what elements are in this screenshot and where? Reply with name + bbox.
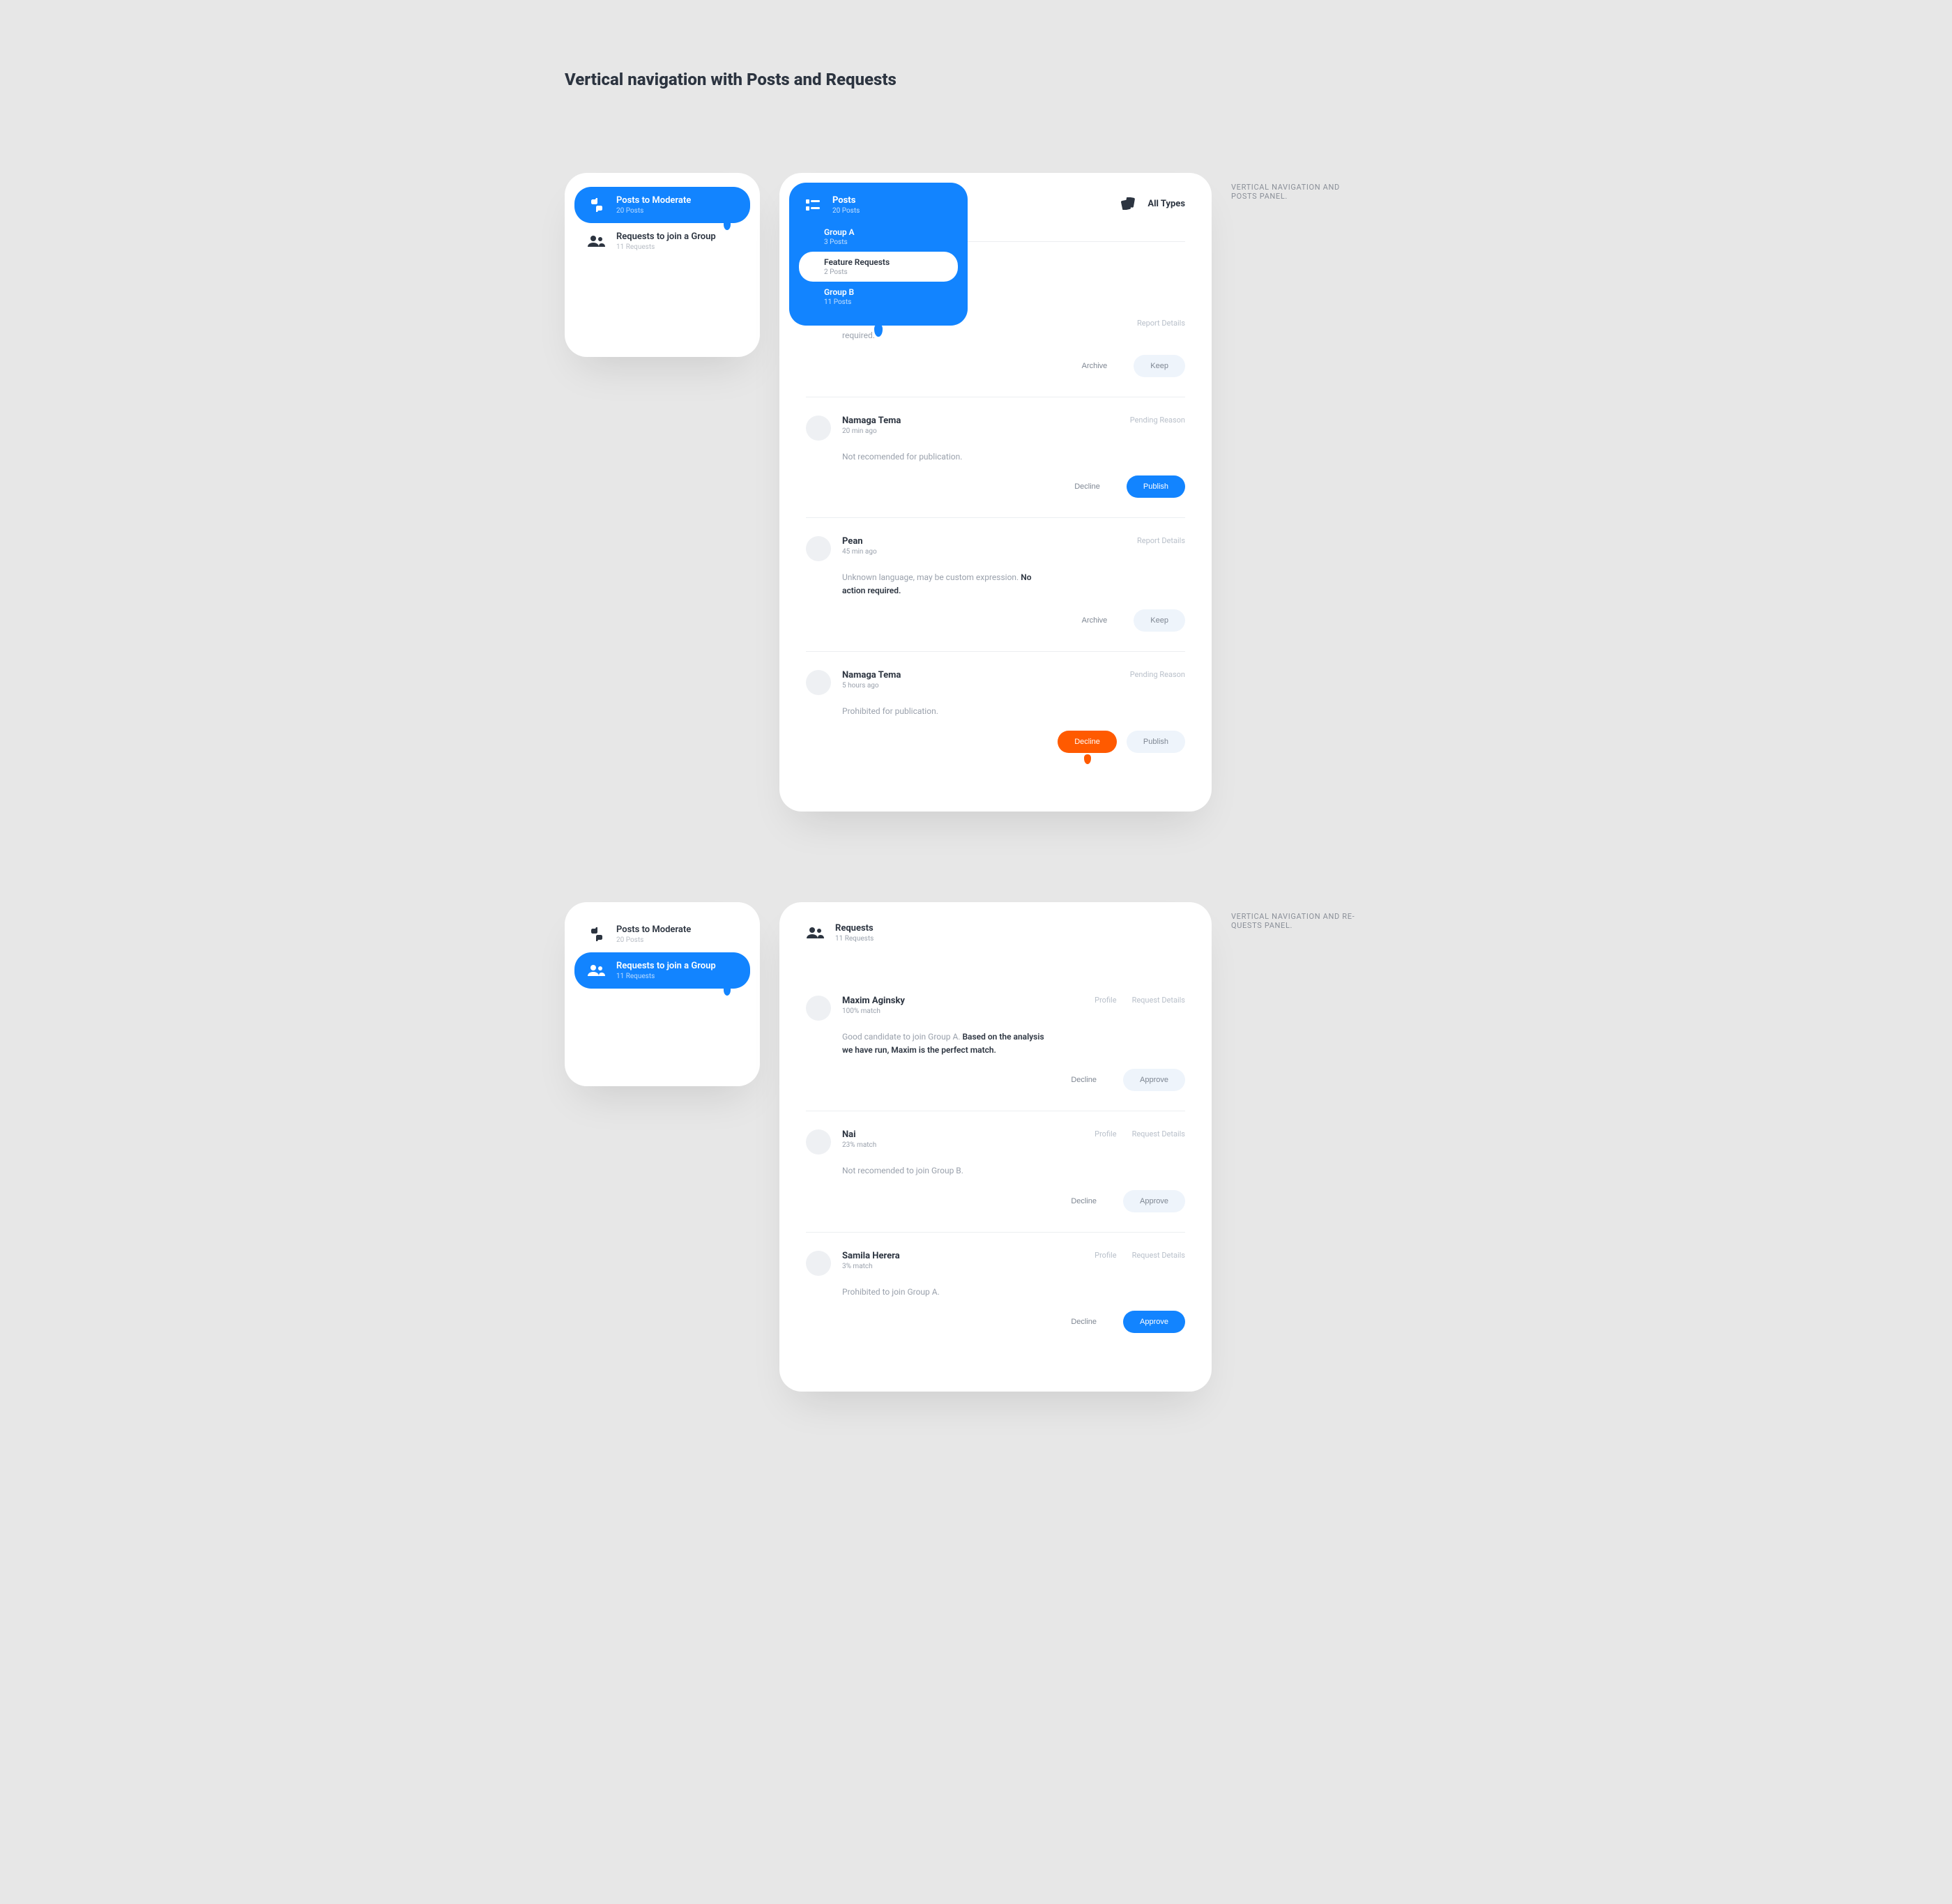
post-time: 5 hours ago: [842, 682, 901, 690]
decline-button[interactable]: Decline: [1054, 1311, 1113, 1333]
list-icon: [803, 195, 823, 215]
dropdown-item-group-b[interactable]: Group B 11 Posts: [799, 282, 958, 312]
keep-button[interactable]: Keep: [1134, 355, 1185, 377]
approve-button[interactable]: Approve: [1123, 1190, 1185, 1212]
nav-item-sub: 20 Posts: [616, 936, 691, 944]
post-time: 45 min ago: [842, 548, 877, 556]
post-desc: Prohibited for publication.: [842, 705, 1051, 718]
page-title: Vertical navigation with Posts and Reque…: [565, 70, 1387, 89]
report-details-link[interactable]: Report Details: [1137, 319, 1185, 328]
panel-sub: 11 Requests: [835, 935, 874, 943]
approve-button[interactable]: Approve: [1123, 1069, 1185, 1091]
decline-button[interactable]: Decline: [1058, 475, 1117, 498]
decline-button[interactable]: Decline: [1054, 1069, 1113, 1091]
filter-label: All Types: [1147, 199, 1185, 209]
author-name: Pean: [842, 536, 877, 547]
people-icon: [587, 961, 607, 980]
dropdown-item-sub: 3 Posts: [824, 238, 948, 246]
dropdown-item-label: Group B: [824, 287, 948, 297]
request-desc: Prohibited to join Group A.: [842, 1286, 1051, 1299]
avatar: [806, 1129, 831, 1155]
profile-link[interactable]: Profile: [1095, 1129, 1116, 1138]
post-row: Pean 45 min ago Report Details Unknown l…: [806, 517, 1185, 651]
pending-reason-link[interactable]: Pending Reason: [1130, 416, 1185, 425]
decline-button[interactable]: Decline: [1058, 731, 1117, 753]
sidebar-requests: Posts to Moderate 20 Posts Requests to j…: [565, 902, 760, 1086]
avatar: [806, 1251, 831, 1276]
keep-button[interactable]: Keep: [1134, 609, 1185, 632]
dropdown-item-feature-requests[interactable]: Feature Requests 2 Posts: [799, 252, 958, 282]
request-row: Samila Herera 3% match Profile Request D…: [806, 1232, 1185, 1353]
avatar: [806, 416, 831, 441]
requests-header[interactable]: Requests 11 Requests: [806, 916, 1185, 950]
requester-name: Nai: [842, 1129, 876, 1140]
nav-item-sub: 11 Requests: [616, 243, 716, 251]
match-percent: 100% match: [842, 1007, 905, 1015]
dropdown-head-label: Posts: [832, 195, 860, 206]
profile-link[interactable]: Profile: [1095, 996, 1116, 1005]
active-indicator-drip: [724, 986, 731, 996]
filter-all-types[interactable]: All Types: [1118, 187, 1185, 220]
request-details-link[interactable]: Request Details: [1132, 1129, 1185, 1138]
nav-requests-to-join[interactable]: Requests to join a Group 11 Requests: [574, 223, 750, 259]
author-name: Namaga Tema: [842, 670, 901, 680]
match-percent: 23% match: [842, 1141, 876, 1149]
dropdown-item-group-a[interactable]: Group A 3 Posts: [799, 222, 958, 252]
avatar: [806, 996, 831, 1021]
archive-button[interactable]: Archive: [1065, 609, 1124, 632]
post-time: 20 min ago: [842, 427, 901, 435]
thumbs-icon: [587, 924, 607, 944]
nav-item-sub: 11 Requests: [616, 973, 716, 980]
pending-reason-link[interactable]: Pending Reason: [1130, 670, 1185, 679]
avatar: [806, 670, 831, 695]
nav-posts-to-moderate[interactable]: Posts to Moderate 20 Posts: [574, 187, 750, 223]
post-desc: Not recomended for publication.: [842, 450, 1051, 464]
section-caption: VERTICAL NAVIGATION AND RE-QUESTS PANEL.: [1231, 902, 1364, 930]
requester-name: Maxim Aginsky: [842, 996, 905, 1006]
nav-requests-to-join[interactable]: Requests to join a Group 11 Requests: [574, 952, 750, 989]
thumbs-icon: [587, 195, 607, 215]
nav-item-sub: 20 Posts: [616, 207, 691, 215]
request-desc: Good candidate to join Group A. Based on…: [842, 1030, 1051, 1056]
nav-item-label: Requests to join a Group: [616, 231, 716, 242]
report-details-link[interactable]: Report Details: [1137, 536, 1185, 545]
request-details-link[interactable]: Request Details: [1132, 996, 1185, 1005]
dropdown-item-sub: 2 Posts: [824, 268, 948, 276]
match-percent: 3% match: [842, 1263, 900, 1270]
request-row: Maxim Aginsky 100% match Profile Request…: [806, 977, 1185, 1111]
approve-button[interactable]: Approve: [1123, 1311, 1185, 1333]
section-caption: VERTICAL NAVIGATION AND POSTS PANEL.: [1231, 173, 1364, 201]
dropdown-item-label: Group A: [824, 227, 948, 237]
dropdown-item-label: Feature Requests: [824, 257, 948, 267]
post-row: Namaga Tema 5 hours ago Pending Reason P…: [806, 651, 1185, 772]
panel-title: Requests: [835, 923, 874, 934]
people-icon: [587, 231, 607, 251]
people-icon: [806, 923, 825, 943]
decline-button[interactable]: Decline: [1054, 1190, 1113, 1212]
dropdown-head-sub: 20 Posts: [832, 207, 860, 215]
posts-dropdown: Posts 20 Posts Group A 3 Posts Feature R…: [789, 183, 968, 326]
archive-button[interactable]: Archive: [1065, 355, 1124, 377]
request-desc: Not recomended to join Group B.: [842, 1164, 1051, 1178]
publish-button[interactable]: Publish: [1127, 731, 1185, 753]
avatar: [806, 536, 831, 561]
requester-name: Samila Herera: [842, 1251, 900, 1261]
nav-item-label: Requests to join a Group: [616, 961, 716, 971]
post-desc: Unknown language, may be custom expressi…: [842, 571, 1051, 597]
publish-button[interactable]: Publish: [1127, 475, 1185, 498]
author-name: Namaga Tema: [842, 416, 901, 426]
request-details-link[interactable]: Request Details: [1132, 1251, 1185, 1260]
post-row: Namaga Tema 20 min ago Pending Reason No…: [806, 397, 1185, 518]
nav-posts-to-moderate[interactable]: Posts to Moderate 20 Posts: [574, 916, 750, 952]
requests-panel: Requests 11 Requests Maxim Aginsky 100% …: [779, 902, 1212, 1392]
posts-panel: Posts 20 Posts Group A 3 Posts Feature R…: [779, 173, 1212, 812]
sidebar-posts: Posts to Moderate 20 Posts Requests to j…: [565, 173, 760, 357]
nav-item-label: Posts to Moderate: [616, 924, 691, 935]
cards-icon: [1118, 194, 1138, 213]
post-desc: required.: [842, 329, 1051, 342]
dropdown-item-sub: 11 Posts: [824, 298, 948, 306]
request-row: Nai 23% match Profile Request Details No…: [806, 1111, 1185, 1232]
nav-item-label: Posts to Moderate: [616, 195, 691, 206]
profile-link[interactable]: Profile: [1095, 1251, 1116, 1260]
